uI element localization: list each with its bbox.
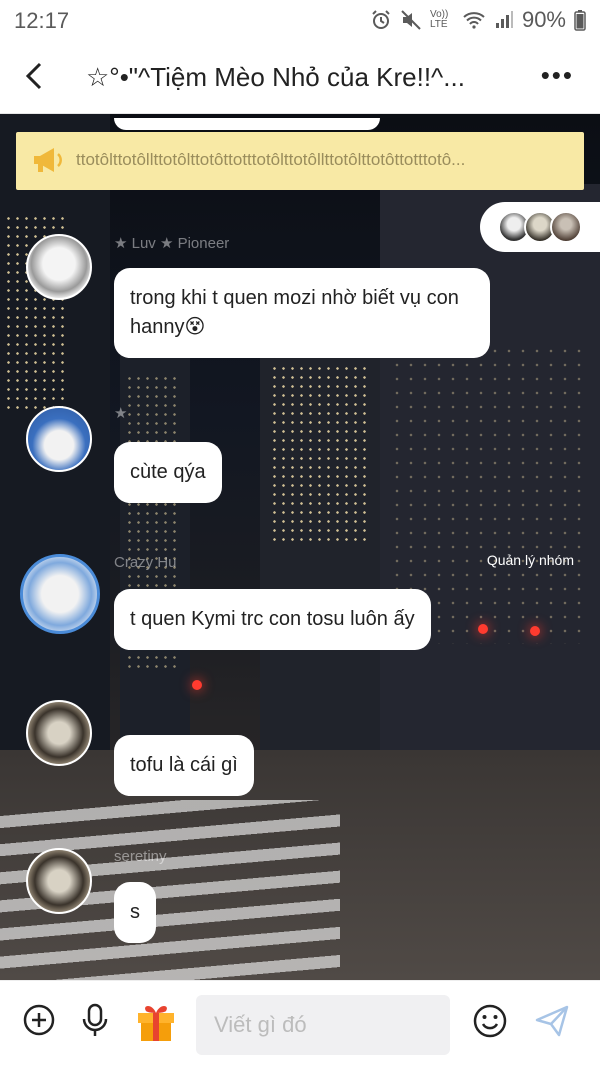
admin-tag: Quản lý nhóm bbox=[486, 552, 574, 568]
message-bubble[interactable]: s bbox=[114, 882, 156, 943]
message-input[interactable] bbox=[196, 995, 450, 1055]
avatar[interactable] bbox=[26, 234, 92, 300]
avatar[interactable] bbox=[26, 406, 92, 472]
status-time: 12:17 bbox=[14, 8, 70, 33]
message-sender: Crazy Hu bbox=[114, 554, 177, 571]
message-bubble[interactable]: t quen Kymi trc con tosu luôn ấy bbox=[114, 589, 431, 650]
mute-icon bbox=[401, 10, 421, 30]
traffic-light bbox=[192, 680, 202, 690]
back-arrow-icon[interactable] bbox=[20, 60, 52, 92]
status-icons: Vo)) LTE 90% bbox=[370, 7, 586, 33]
signal-icon bbox=[495, 11, 513, 28]
alarm-icon bbox=[372, 10, 390, 29]
message-sender: ★ Luv ★ Pioneer bbox=[114, 235, 230, 252]
plus-icon[interactable] bbox=[22, 1003, 56, 1037]
message-bubble[interactable]: tofu là cái gì bbox=[114, 735, 254, 796]
volte-icon: Vo)) LTE bbox=[429, 9, 449, 30]
message-bubble[interactable]: trong khi t quen mozi nhờ biết vụ con ha… bbox=[114, 268, 490, 358]
avatar[interactable] bbox=[26, 700, 92, 766]
previous-message-bubble bbox=[114, 118, 380, 130]
status-bar: 12:17 Vo)) LTE 90% bbox=[0, 0, 600, 40]
chat-area[interactable]: ttotôlttotôllttotôlttotôttotttotôlttotôl… bbox=[0, 114, 600, 980]
online-members-pill[interactable] bbox=[480, 202, 600, 252]
message-sender: ★ bbox=[114, 405, 128, 422]
message-sender: seretiny bbox=[114, 848, 167, 865]
megaphone-icon bbox=[34, 148, 62, 172]
wifi-icon bbox=[463, 12, 485, 29]
microphone-icon[interactable] bbox=[80, 1003, 110, 1039]
emoji-icon[interactable] bbox=[472, 1003, 508, 1039]
background-windows bbox=[270, 364, 370, 544]
member-avatar bbox=[550, 211, 582, 243]
input-bar bbox=[0, 980, 600, 1067]
battery-percent: 90% bbox=[521, 7, 566, 32]
gift-icon[interactable] bbox=[134, 999, 178, 1043]
message-bubble[interactable]: cùte qýa bbox=[114, 442, 222, 503]
send-icon[interactable] bbox=[534, 1003, 570, 1039]
chat-title[interactable]: ☆°•"^Tiệm Mèo Nhỏ của Kre!!^... bbox=[86, 62, 516, 93]
announcement-banner[interactable]: ttotôlttotôllttotôlttotôttotttotôlttotôl… bbox=[16, 132, 584, 190]
avatar[interactable] bbox=[26, 848, 92, 914]
chat-header: ☆°•"^Tiệm Mèo Nhỏ của Kre!!^... ••• bbox=[0, 40, 600, 114]
announcement-text: ttotôlttotôllttotôlttotôttotttotôlttotôl… bbox=[76, 150, 466, 169]
traffic-light bbox=[530, 626, 540, 636]
more-icon[interactable]: ••• bbox=[541, 62, 574, 88]
avatar[interactable] bbox=[20, 554, 100, 634]
traffic-light bbox=[478, 624, 488, 634]
battery-icon bbox=[574, 10, 586, 31]
